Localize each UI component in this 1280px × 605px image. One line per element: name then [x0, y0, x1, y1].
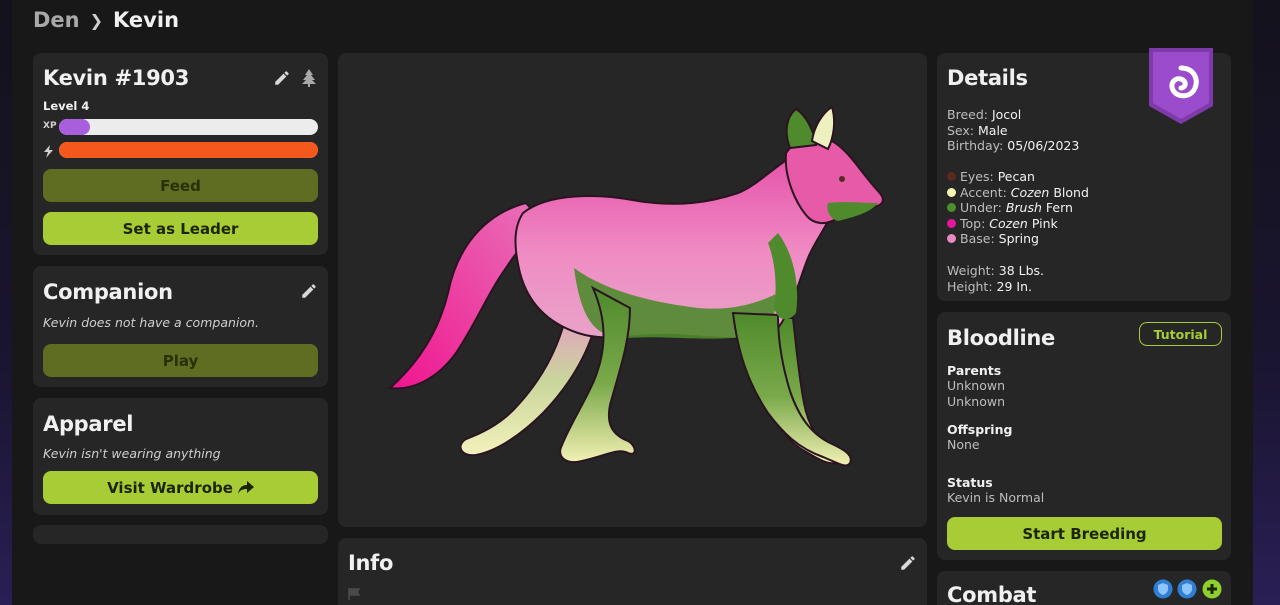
chevron-right-icon: ❯: [89, 10, 104, 30]
gene-row: Base: Spring: [947, 231, 1089, 247]
pet-image-card: [338, 53, 927, 527]
visit-wardrobe-button[interactable]: Visit Wardrobe: [43, 471, 318, 504]
details-basic: Breed: Jocol Sex: Male Birthday: 05/06/2…: [947, 107, 1079, 154]
gene-row: Top: Cozen Pink: [947, 216, 1089, 232]
xp-bar: [59, 119, 318, 135]
pencil-icon[interactable]: [272, 68, 292, 88]
gene-row: Eyes: Pecan: [947, 169, 1089, 185]
breadcrumb-den-link[interactable]: Den: [33, 8, 80, 32]
combat-card: Combat: [937, 571, 1231, 605]
birthday-row: Birthday: 05/06/2023: [947, 138, 1080, 154]
energy-bar-fill: [59, 142, 318, 158]
bloodline-title: Bloodline: [947, 326, 1055, 350]
spiral-badge-icon: [1149, 48, 1213, 130]
tree-icon[interactable]: [299, 68, 319, 88]
companion-title: Companion: [43, 280, 173, 304]
start-breeding-button[interactable]: Start Breeding: [947, 517, 1222, 550]
pet-name: Kevin #1903: [43, 66, 190, 90]
breadcrumb-current: Kevin: [113, 8, 180, 32]
companion-card: Companion Kevin does not have a companio…: [33, 266, 328, 387]
color-dot-icon: [947, 187, 956, 197]
status-section: Status Kevin is Normal: [947, 475, 1044, 506]
breadcrumb: Den ❯ Kevin: [33, 6, 179, 34]
parent-1[interactable]: Unknown: [947, 378, 1005, 394]
pencil-icon[interactable]: [898, 553, 918, 573]
pencil-icon[interactable]: [299, 281, 319, 301]
sex-row: Sex: Male: [947, 122, 1008, 138]
status-label: Status: [947, 475, 993, 490]
gene-row: Under: Brush Fern: [947, 200, 1089, 216]
plus-icon[interactable]: [1202, 579, 1222, 603]
shield-icon: [1153, 579, 1173, 603]
xp-bar-fill: [59, 119, 91, 135]
feed-button[interactable]: Feed: [43, 169, 318, 202]
color-dot-icon: [947, 203, 956, 213]
weight-row: Weight: 38 Lbs.: [947, 263, 1045, 278]
parents-section: Parents Unknown Unknown: [947, 363, 1005, 409]
details-title: Details: [947, 66, 1028, 90]
bloodline-card: Bloodline Tutorial Parents Unknown Unkno…: [937, 312, 1231, 560]
level-label: Level 4: [43, 99, 90, 113]
color-dot-icon: [947, 172, 956, 181]
parent-2[interactable]: Unknown: [947, 394, 1005, 410]
apparel-title: Apparel: [43, 412, 134, 436]
info-title: Info: [348, 551, 394, 575]
color-dot-icon: [947, 234, 956, 244]
parents-label: Parents: [947, 363, 1002, 378]
energy-bar: [59, 142, 318, 158]
wolf-illustration: [387, 105, 884, 467]
companion-text: Kevin does not have a companion.: [43, 315, 259, 330]
profile-card: Kevin #1903 Level 4 XP Feed Set as Leade…: [33, 53, 328, 255]
xp-label: XP: [43, 121, 57, 131]
combat-title: Combat: [947, 583, 1037, 605]
color-dot-icon: [947, 218, 956, 228]
tutorial-button[interactable]: Tutorial: [1139, 322, 1222, 346]
share-arrow-icon: [237, 480, 254, 495]
details-size: Weight: 38 Lbs. Height: 29 In.: [947, 263, 1044, 294]
offspring-value: None: [947, 437, 980, 452]
apparel-card: Apparel Kevin isn't wearing anything Vis…: [33, 398, 328, 515]
shield-icon: [1177, 579, 1197, 603]
status-value: Kevin is Normal: [947, 490, 1045, 505]
lightning-icon: [43, 143, 55, 162]
flag-icon: [348, 585, 362, 604]
offspring-label: Offspring: [947, 422, 1013, 437]
empty-card: [33, 525, 328, 544]
visit-wardrobe-label: Visit Wardrobe: [107, 478, 233, 497]
info-card: Info: [338, 538, 927, 605]
set-leader-button[interactable]: Set as Leader: [43, 212, 318, 245]
offspring-section: Offspring None: [947, 422, 1012, 453]
breed-row: Breed: Jocol: [947, 107, 1022, 122]
genes-list: Eyes: Pecan Accent: Cozen Blond Under: Bru…: [947, 169, 1089, 247]
details-card: Details Breed: Jocol Sex: Male Birthday:…: [937, 48, 1231, 301]
height-row: Height: 29 In.: [947, 278, 1032, 294]
gene-row: Accent: Cozen Blond: [947, 185, 1089, 201]
apparel-text: Kevin isn't wearing anything: [43, 446, 221, 461]
play-button[interactable]: Play: [43, 344, 318, 377]
